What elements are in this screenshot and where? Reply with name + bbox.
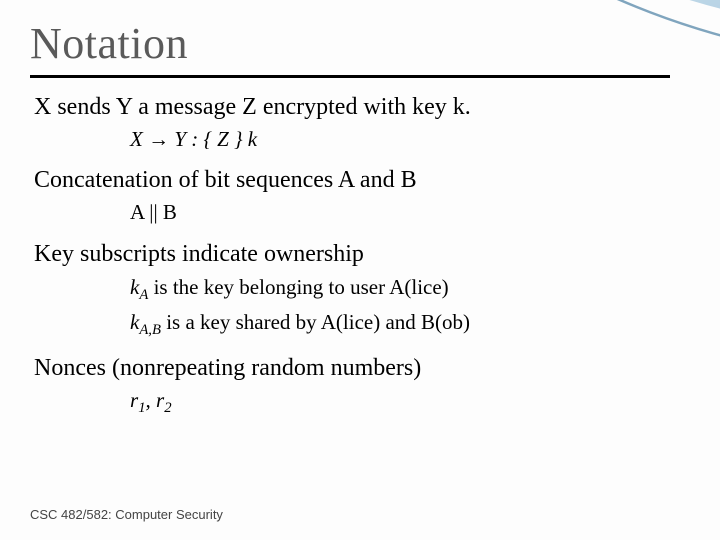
slide-footer: CSC 482/582: Computer Security	[30, 507, 223, 522]
slide-title: Notation	[0, 0, 720, 75]
notation-item-sub: kA is the key belonging to user A(lice)	[130, 273, 686, 306]
notation-item-main: X sends Y a message Z encrypted with key…	[34, 92, 686, 122]
title-underline	[30, 75, 670, 78]
notation-item-sub: kA,B is a key shared by A(lice) and B(ob…	[130, 308, 686, 341]
notation-item-sub: A || B	[130, 199, 686, 226]
notation-item-sub: X → Y : { Z } k	[130, 126, 686, 153]
slide-content: X sends Y a message Z encrypted with key…	[0, 92, 720, 418]
notation-item-main: Concatenation of bit sequences A and B	[34, 165, 686, 195]
notation-item-main: Key subscripts indicate ownership	[34, 239, 686, 269]
notation-item-main: Nonces (nonrepeating random numbers)	[34, 353, 686, 383]
notation-item-sub: r1, r2	[130, 387, 686, 418]
